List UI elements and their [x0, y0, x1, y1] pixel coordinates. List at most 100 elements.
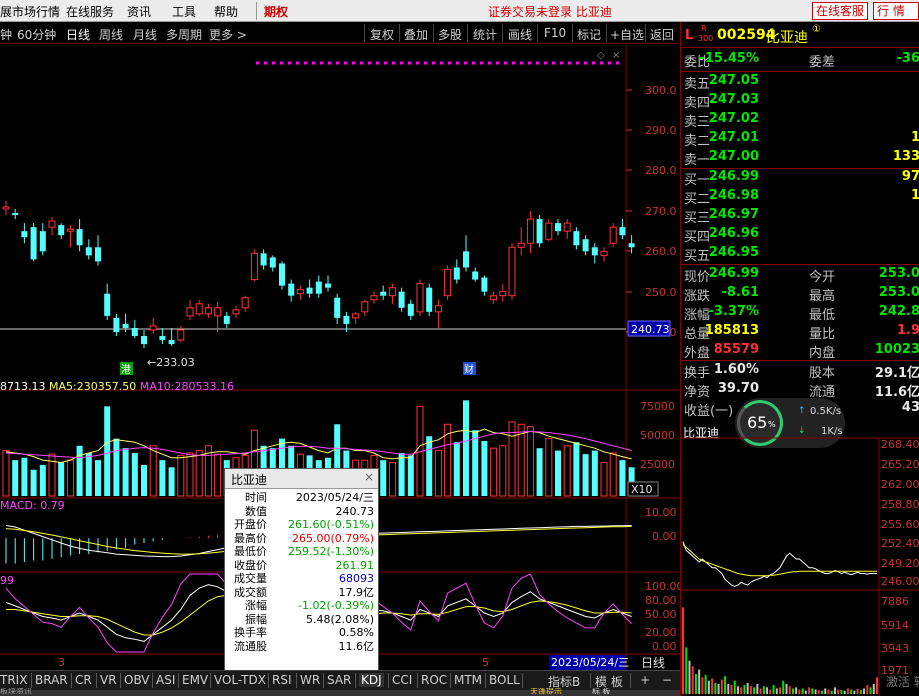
tab-emv[interactable]: EMV	[182, 673, 208, 687]
tab-cr[interactable]: CR	[75, 673, 92, 687]
tool-back[interactable]: 返回	[650, 26, 674, 43]
tool-draw[interactable]: 画线	[508, 26, 532, 43]
candle-body	[388, 287, 396, 297]
tab-trix[interactable]: TRIX	[0, 673, 27, 687]
tab-wr[interactable]: WR	[300, 673, 320, 687]
tab-vr[interactable]: VR	[100, 673, 117, 687]
period-weekly[interactable]: 周线	[99, 26, 123, 43]
period-more[interactable]: 更多 >	[209, 26, 247, 43]
menu-tools[interactable]: 工具	[172, 3, 196, 20]
tab-obv[interactable]: OBV	[124, 673, 150, 687]
candle-body	[434, 305, 442, 313]
minute-chart[interactable]: 比亚迪 268.40 265.20 262.00 258.80 255.60 2…	[681, 424, 919, 696]
tool-adjust[interactable]: 复权	[370, 26, 394, 43]
tab-brar[interactable]: BRAR	[35, 673, 68, 687]
menu-options[interactable]: 期权	[264, 3, 288, 20]
period-daily[interactable]: 日线	[66, 26, 90, 43]
candle-body	[95, 247, 101, 262]
stat-value-2: 242.8	[878, 304, 919, 319]
volume-bar	[159, 460, 166, 496]
tooltip-close-icon[interactable]: ×	[364, 470, 374, 484]
tab-mtm[interactable]: MTM	[454, 673, 482, 687]
buy-level-label: 买四	[684, 230, 711, 245]
sell-level-label: 卖三	[684, 115, 711, 130]
ma10-value: 280533.16	[174, 380, 234, 393]
quote-flag-l: L	[685, 28, 694, 43]
volume-bar	[58, 462, 65, 496]
period-multi[interactable]: 多周期	[166, 26, 202, 43]
sell-price: 247.01	[708, 130, 759, 145]
status-left[interactable]: 板块资讯	[0, 688, 32, 694]
status-right[interactable]: 标 板	[592, 688, 611, 694]
minute-price-label: 249.20	[881, 557, 919, 570]
candle-body	[241, 297, 249, 309]
stat-label-2: 内盘	[809, 346, 836, 361]
volume-bar	[131, 452, 138, 496]
volume-bar	[66, 459, 74, 497]
buy-level-label: 买三	[684, 211, 711, 226]
fin-row: 换手 1.60% 股本 29.1亿	[681, 362, 919, 381]
kdj-value: 99	[0, 574, 14, 587]
stat-row: 涨跌 -8.61 最高 253.0	[681, 285, 919, 304]
buy-volume: 1	[910, 188, 919, 203]
tab-rsi[interactable]: RSI	[272, 673, 292, 687]
volume-bar	[186, 452, 194, 497]
menu-online-service[interactable]: 在线服务	[66, 3, 114, 20]
stat-label-2: 最低	[809, 308, 836, 323]
candle-body	[591, 247, 598, 256]
stat-value-2: 1.9	[896, 323, 919, 338]
stat-label: 涨跌	[684, 289, 711, 304]
tooltip-row: 数值 240.73	[225, 505, 378, 519]
volume-bar	[122, 448, 129, 496]
tool-multi-stock[interactable]: 多股	[438, 26, 462, 43]
tab-cci[interactable]: CCI	[392, 673, 412, 687]
candle-body	[12, 213, 19, 216]
stat-value-2: 10023	[874, 342, 919, 357]
tool-stats[interactable]: 统计	[473, 26, 497, 43]
tab-add-icon[interactable]: +	[640, 673, 650, 687]
divider	[681, 71, 919, 72]
tab-sar[interactable]: SAR	[327, 673, 351, 687]
toolbar-separator	[537, 24, 538, 42]
tab-vol-tdx[interactable]: VOL-TDX	[214, 673, 266, 687]
tab-kdj[interactable]: KDJ	[359, 673, 384, 687]
divider	[681, 360, 919, 361]
candle-body	[545, 222, 553, 240]
candle-body	[463, 251, 469, 268]
tooltip-row-value: 0.58%	[339, 626, 374, 639]
tool-add-watchlist[interactable]: +自选	[610, 26, 644, 43]
online-service-button[interactable]: 在线客服	[812, 2, 869, 20]
candle-body	[499, 291, 507, 297]
volume-bar	[600, 462, 608, 497]
tab-remove-icon[interactable]: −	[662, 673, 672, 687]
menu-help[interactable]: 帮助	[214, 3, 238, 20]
tool-overlay[interactable]: 叠加	[404, 26, 428, 43]
cursor-date-tag-text: 2023/05/24/三	[551, 656, 629, 669]
tool-f10[interactable]: F10	[544, 26, 566, 40]
stat-label-2: 量比	[809, 327, 836, 342]
period-minute[interactable]: 钟	[0, 26, 12, 43]
tab-asi[interactable]: ASI	[156, 673, 175, 687]
login-notice: 证券交易未登录 比亚迪	[488, 5, 612, 19]
volume-bar	[463, 400, 469, 496]
quote-flag-300: 300	[698, 34, 714, 43]
period-60min[interactable]: 60分钟	[17, 26, 56, 43]
sell-volume: 133	[892, 149, 919, 164]
candle-body	[2, 206, 10, 210]
minute-chart-canvas: 268.40 265.20 262.00 258.80 255.60 252.4…	[681, 437, 919, 696]
quote-button[interactable]: 行 情	[873, 2, 919, 20]
period-monthly[interactable]: 月线	[133, 26, 157, 43]
tab-boll[interactable]: BOLL	[489, 673, 520, 687]
kdj-axis-label: 50.00	[645, 608, 677, 621]
tool-mark[interactable]: 标记	[577, 26, 601, 43]
menu-market[interactable]: 展市场行情	[0, 3, 60, 20]
tab-separator	[590, 673, 591, 688]
candle-body	[517, 242, 525, 248]
volume-info-bar: 8713.13 MA5:230357.50 MA10:280533.16	[0, 380, 234, 393]
candle-body	[619, 227, 626, 236]
tab-roc[interactable]: ROC	[421, 673, 447, 687]
status-mid[interactable]: 天篷提示	[530, 688, 562, 694]
tooltip-row: 最低价 259.52(-1.30%)	[225, 545, 378, 559]
volume-bar	[426, 436, 433, 496]
menu-news[interactable]: 资讯	[127, 3, 151, 20]
